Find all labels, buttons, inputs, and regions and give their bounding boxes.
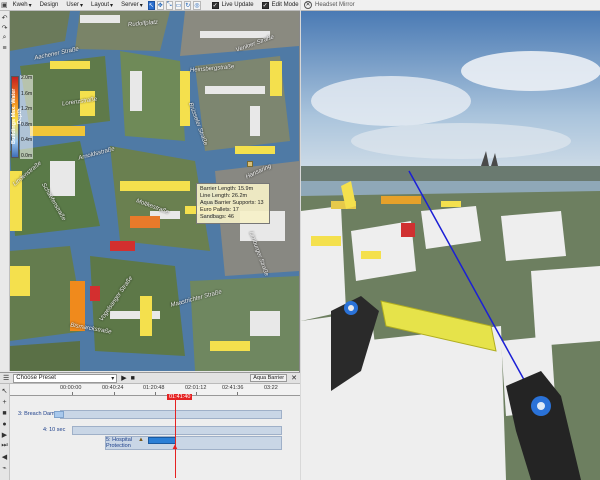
headset-mirror-titlebar: ✕ Headset Mirror: [301, 0, 600, 11]
scale-tool-icon[interactable]: ⤡: [165, 0, 173, 10]
left-tool-strip: ↶ ↷ ⌕ ≡: [0, 11, 10, 371]
timeline-panel: ↖ + ■ ● ▶ ⏭ ◀ ⌁ 00:00:00 00:40:24 01:20:…: [0, 384, 300, 480]
ruler-label: 02:01:12: [185, 385, 207, 391]
edit-mode-label: Edit Mode: [271, 2, 299, 8]
edit-mode-checkbox[interactable]: ✓: [261, 1, 269, 9]
map-view[interactable]: Buildings Max. Water Depth 2.0m 1.6m 1.2…: [10, 11, 299, 371]
playhead-marker-icon[interactable]: ▲: [171, 442, 179, 451]
timeline-ruler[interactable]: 00:00:00 00:40:24 01:20:48 02:01:12 02:4…: [10, 384, 300, 396]
layers-icon[interactable]: ≡: [1, 44, 9, 52]
legend-ticks: 2.0m 1.6m 1.2m 0.8m 0.4m 0.0m: [20, 75, 34, 159]
menu-app[interactable]: Kweh ▾: [10, 2, 35, 9]
legend-title: Buildings Max. Water Depth: [11, 88, 23, 144]
pointer-tool-icon[interactable]: ↖: [147, 0, 155, 10]
track-label: 3: Breach Dam: [18, 411, 55, 417]
playhead-line[interactable]: [175, 394, 176, 478]
move-tool-icon[interactable]: ✥: [156, 0, 164, 10]
live-update-label: Live Update: [221, 2, 254, 8]
timeline-menu-icon[interactable]: ☰: [3, 374, 9, 382]
legend-tick: 0.8m: [21, 121, 33, 128]
cloud: [461, 51, 600, 91]
link-icon[interactable]: ⌁: [1, 464, 9, 472]
menu-design[interactable]: Design: [37, 2, 62, 8]
search-icon[interactable]: ⌕: [1, 34, 9, 42]
legend-tick: 2.0m: [21, 75, 33, 81]
horizon-city: [301, 166, 600, 181]
pointer-icon[interactable]: ↖: [1, 387, 9, 395]
stop-icon[interactable]: ■: [1, 409, 9, 417]
screen: ▣ Kweh ▾ Design User ▾ Layout ▾ Server ▾ ↖ ✥…: [0, 0, 600, 480]
tooltip-line: Sandbags: 46: [200, 214, 234, 220]
timeline-header: ☰ Choose Preset ▾ ▶ ■ Aqua Barrier ✕: [0, 372, 300, 384]
select-tool-icon[interactable]: ▭: [174, 0, 183, 10]
ruler-tick: [114, 392, 115, 395]
cloud: [311, 76, 471, 126]
add-keyframe-icon[interactable]: +: [1, 398, 9, 406]
ruler-label: 00:00:00: [60, 385, 82, 391]
selected-object-label[interactable]: Aqua Barrier: [250, 374, 288, 382]
lock-icon[interactable]: ▲: [138, 437, 144, 443]
ruler-tick: [237, 392, 238, 395]
preset-dropdown[interactable]: Choose Preset ▾: [13, 373, 118, 383]
timeline-tool-strip: ↖ + ■ ● ▶ ⏭ ◀ ⌁: [0, 384, 10, 480]
live-update-checkbox[interactable]: ✓: [211, 1, 219, 9]
close-icon[interactable]: ✕: [304, 1, 312, 9]
tooltip-line: Line Length: 26.2m: [200, 193, 248, 199]
menu-server[interactable]: Server ▾: [118, 2, 146, 9]
headset-mirror-window: ✕ Headset Mirror: [301, 0, 600, 480]
record-icon[interactable]: ●: [1, 420, 9, 428]
rewind-icon[interactable]: ◀: [1, 453, 9, 461]
camera-tool-icon[interactable]: ◎: [193, 0, 201, 10]
play-icon[interactable]: ▶: [1, 431, 9, 439]
ruler-tick: [72, 392, 73, 395]
timeline-clip[interactable]: [54, 411, 64, 418]
app-menu-label: Kweh: [12, 2, 28, 8]
ruler-tick: [196, 392, 197, 395]
stop-icon[interactable]: ■: [131, 375, 135, 382]
legend-tick: 1.2m: [21, 106, 33, 113]
menu-user-label: User: [66, 2, 80, 8]
undo-icon[interactable]: ↶: [1, 14, 9, 22]
ruler-label: 03:22: [264, 385, 278, 391]
cloud: [351, 123, 571, 159]
legend-tick: 0.4m: [21, 137, 33, 144]
skip-end-icon[interactable]: ⏭: [1, 442, 9, 450]
playhead-time[interactable]: 01:41:40: [167, 394, 193, 400]
timeline-track[interactable]: [60, 410, 282, 419]
barrier-marker-icon[interactable]: [247, 161, 253, 167]
menu-bar: ▣ Kweh ▾ Design User ▾ Layout ▾ Server ▾ ↖ ✥…: [0, 0, 300, 11]
tooltip-line: Euro Pallets: 17: [200, 207, 239, 213]
menu-server-label: Server: [121, 2, 139, 8]
ruler-label: 00:40:24: [102, 385, 124, 391]
edit-mode-toggle[interactable]: ✓ Edit Mode: [259, 1, 302, 9]
window-title: Headset Mirror: [315, 2, 355, 8]
tooltip-line: Barrier Length: 15.9m: [200, 186, 254, 192]
live-update-toggle[interactable]: ✓ Live Update: [209, 1, 257, 9]
menu-layout[interactable]: Layout ▾: [88, 2, 116, 9]
close-icon[interactable]: ✕: [291, 374, 297, 382]
menu-user[interactable]: User ▾: [63, 2, 86, 9]
ruler-label: 02:41:36: [222, 385, 244, 391]
barrier-info-tooltip: Barrier Length: 15.9m Line Length: 26.2m…: [196, 183, 270, 224]
ruler-tick: [155, 392, 156, 395]
rotate-tool-icon[interactable]: ↻: [184, 0, 192, 10]
chevron-down-icon: ▾: [111, 375, 115, 382]
vr-scene[interactable]: [301, 11, 600, 480]
main-application-window: ▣ Kweh ▾ Design User ▾ Layout ▾ Server ▾ ↖ ✥…: [0, 0, 300, 480]
track-label: 5: Hospital Protection: [106, 437, 132, 449]
timeline-track[interactable]: [72, 426, 282, 435]
ruler-label: 01:20:48: [143, 385, 165, 391]
legend-tick: 0.0m: [21, 152, 33, 159]
redo-icon[interactable]: ↷: [1, 24, 9, 32]
menu-layout-label: Layout: [91, 2, 110, 8]
tooltip-line: Aqua Barrier Supports: 13: [200, 200, 264, 206]
track-label: 4: 10 sec: [43, 427, 66, 433]
preset-dropdown-label: Choose Preset: [16, 375, 56, 381]
app-icon[interactable]: ▣: [1, 1, 8, 10]
legend-tick: 1.6m: [21, 90, 33, 97]
play-icon[interactable]: ▶: [121, 374, 126, 382]
